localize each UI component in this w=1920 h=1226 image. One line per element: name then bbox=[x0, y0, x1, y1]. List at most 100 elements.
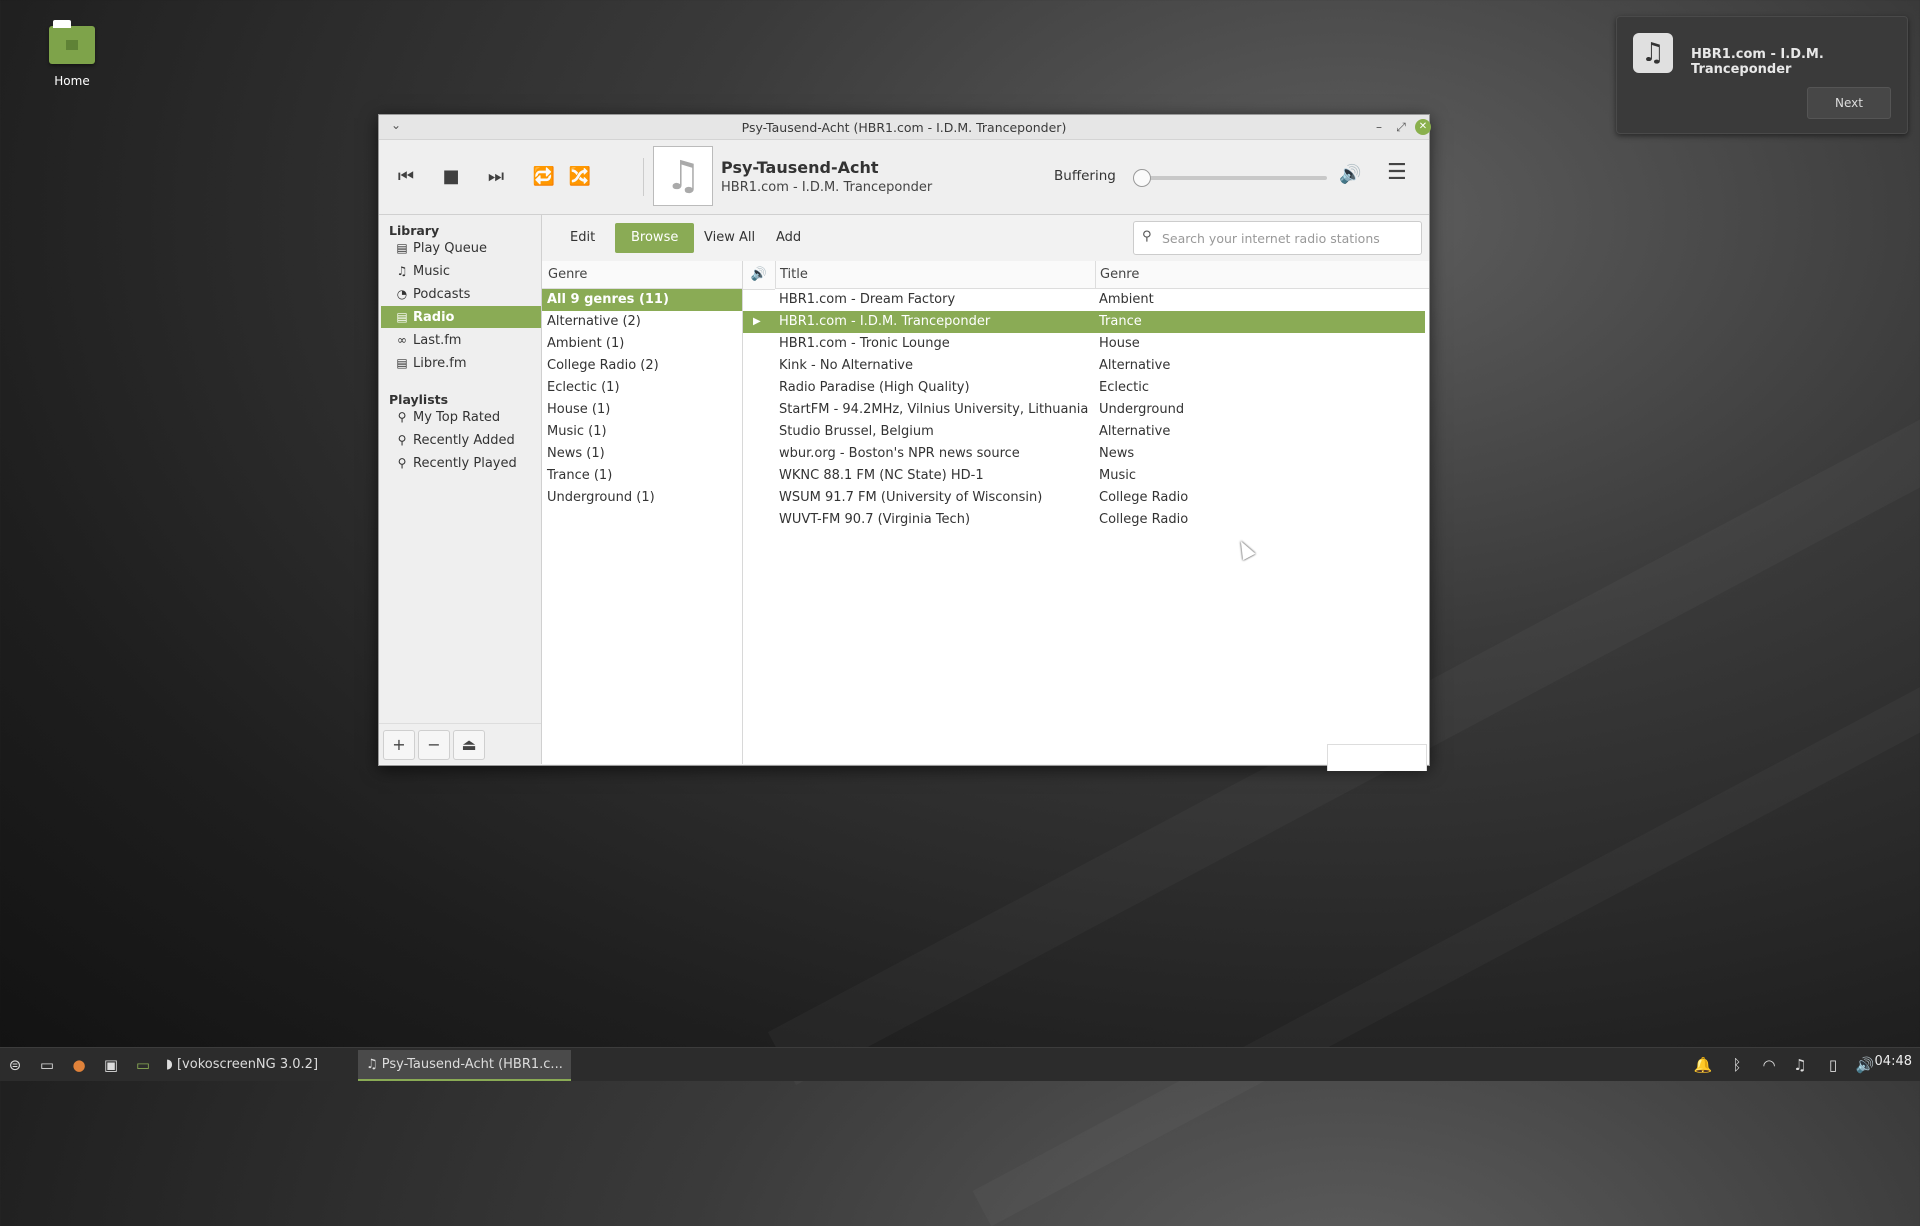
rhythmbox-window: ⌄ Psy-Tausend-Acht (HBR1.com - I.D.M. Tr… bbox=[378, 114, 1431, 771]
table-row[interactable]: HBR1.com - Dream Factory Ambient bbox=[743, 289, 1425, 311]
stop-button[interactable]: ■ bbox=[436, 164, 466, 190]
taskbar-item-rhythmbox[interactable]: ♫ Psy-Tausend-Acht (HBR1.c... bbox=[358, 1050, 571, 1081]
genre-column-header[interactable]: Genre bbox=[542, 261, 742, 289]
play-indicator-icon: ▶ bbox=[753, 316, 761, 327]
eject-button[interactable]: ⏏ bbox=[453, 730, 485, 760]
sidebar-actions: + − ⏏ bbox=[379, 723, 541, 764]
sidebar-item-my-top-rated[interactable]: ⚲ My Top Rated bbox=[381, 406, 541, 428]
files-icon[interactable]: ▭ bbox=[132, 1054, 154, 1076]
genre-item[interactable]: News (1) bbox=[542, 443, 742, 465]
genre-item[interactable]: Ambient (1) bbox=[542, 333, 742, 355]
genre-column-header[interactable]: Genre bbox=[1096, 261, 1429, 289]
remove-playlist-button[interactable]: − bbox=[418, 730, 450, 760]
sidebar-item-recently-added[interactable]: ⚲ Recently Added bbox=[381, 429, 541, 451]
sidebar: Library ▤ Play Queue ♫ Music ◔ Podcasts ▤ Ra… bbox=[379, 215, 542, 764]
table-row[interactable]: WKNC 88.1 FM (NC State) HD-1 Music bbox=[743, 465, 1425, 487]
sidebar-item-recently-played[interactable]: ⚲ Recently Played bbox=[381, 452, 541, 474]
notification-popup: ♫ HBR1.com - I.D.M. Tranceponder Next bbox=[1616, 16, 1908, 134]
folder-icon bbox=[49, 20, 95, 64]
close-button[interactable]: ✕ bbox=[1415, 119, 1431, 135]
now-playing-title: Psy-Tausend-Acht bbox=[721, 158, 879, 177]
genre-item[interactable]: Alternative (2) bbox=[542, 311, 742, 333]
menu-icon[interactable]: ⊜ bbox=[4, 1054, 26, 1076]
volume-icon[interactable]: 🔊 bbox=[1339, 164, 1361, 185]
search-input[interactable] bbox=[1160, 227, 1414, 249]
status-corner bbox=[1327, 744, 1427, 771]
genre-item[interactable]: Trance (1) bbox=[542, 465, 742, 487]
lastfm-icon: ∞ bbox=[397, 333, 407, 347]
player-toolbar: ⏮ ■ ⏭ 🔁 🔀 ♫ Psy-Tausend-Acht HBR1.com - … bbox=[379, 140, 1429, 215]
add-playlist-button[interactable]: + bbox=[383, 730, 415, 760]
maximize-button[interactable]: ⤢ bbox=[1393, 119, 1409, 135]
station-list: 🔊 Title Genre HBR1.com - Dream Factory Am… bbox=[743, 261, 1429, 771]
bluetooth-icon[interactable]: ᛒ bbox=[1726, 1054, 1748, 1076]
table-row[interactable]: Kink - No Alternative Alternative bbox=[743, 355, 1425, 377]
volume-icon[interactable]: 🔊 bbox=[1854, 1054, 1876, 1076]
sidebar-item-lastfm[interactable]: ∞ Last.fm bbox=[381, 329, 541, 351]
playlists-heading: Playlists bbox=[389, 392, 449, 407]
table-row[interactable]: HBR1.com - Tronic Lounge House bbox=[743, 333, 1425, 355]
sidebar-item-librefm[interactable]: ▤ Libre.fm bbox=[381, 352, 541, 374]
notifications-icon[interactable]: 🔔 bbox=[1692, 1054, 1714, 1076]
sidebar-item-music[interactable]: ♫ Music bbox=[381, 260, 541, 282]
terminal-icon[interactable]: ▣ bbox=[100, 1054, 122, 1076]
tab-view-all[interactable]: View All bbox=[688, 223, 771, 253]
seek-slider-track[interactable] bbox=[1137, 176, 1327, 180]
genre-item[interactable]: Music (1) bbox=[542, 421, 742, 443]
desktop-home-label: Home bbox=[54, 74, 90, 88]
rhythmbox-icon: ♫ bbox=[366, 1057, 382, 1072]
radio-toolbar: Edit Browse View All Add ⚲ bbox=[542, 215, 1429, 261]
genre-item[interactable]: Eclectic (1) bbox=[542, 377, 742, 399]
title-column-header[interactable]: Title bbox=[776, 261, 1095, 289]
hamburger-menu-icon[interactable]: ☰ bbox=[1387, 160, 1407, 185]
genre-list: Genre All 9 genres (11) Alternative (2) … bbox=[542, 261, 743, 764]
tab-browse[interactable]: Browse bbox=[615, 223, 695, 253]
search-box[interactable]: ⚲ bbox=[1133, 221, 1422, 255]
next-track-button[interactable]: ⏭ bbox=[481, 164, 511, 190]
table-row[interactable]: Studio Brussel, Belgium Alternative bbox=[743, 421, 1425, 443]
genre-item[interactable]: House (1) bbox=[542, 399, 742, 421]
tab-edit[interactable]: Edit bbox=[554, 223, 611, 253]
playback-status: Buffering bbox=[1054, 168, 1116, 184]
speaker-icon: 🔊 bbox=[750, 267, 768, 282]
show-desktop-icon[interactable]: ▭ bbox=[36, 1054, 58, 1076]
music-note-icon: ♫ bbox=[396, 264, 408, 278]
sidebar-item-radio[interactable]: ▤ Radio bbox=[381, 306, 541, 328]
minimize-button[interactable]: – bbox=[1371, 119, 1387, 135]
genre-item[interactable]: Underground (1) bbox=[542, 487, 742, 509]
seek-slider-handle[interactable] bbox=[1133, 169, 1151, 187]
search-icon: ⚲ bbox=[397, 433, 407, 447]
tab-add[interactable]: Add bbox=[760, 223, 817, 253]
notification-next-button[interactable]: Next bbox=[1807, 87, 1891, 119]
table-row[interactable]: Radio Paradise (High Quality) Eclectic bbox=[743, 377, 1425, 399]
search-icon: ⚲ bbox=[397, 410, 407, 424]
notification-title: HBR1.com - I.D.M. Tranceponder bbox=[1691, 47, 1824, 77]
table-row[interactable]: wbur.org - Boston's NPR news source News bbox=[743, 443, 1425, 465]
previous-track-button[interactable]: ⏮ bbox=[391, 164, 421, 190]
sidebar-item-play-queue[interactable]: ▤ Play Queue bbox=[381, 237, 541, 259]
table-row[interactable]: WSUM 91.7 FM (University of Wisconsin) Co… bbox=[743, 487, 1425, 509]
vokoscreen-icon: ◗ bbox=[166, 1057, 177, 1072]
repeat-button[interactable]: 🔁 bbox=[529, 164, 559, 190]
rss-icon: ◔ bbox=[396, 287, 408, 301]
clock[interactable]: 04:48 bbox=[1875, 1054, 1912, 1069]
genre-item[interactable]: All 9 genres (11) bbox=[542, 289, 742, 311]
table-row[interactable]: ▶ HBR1.com - I.D.M. Tranceponder Trance bbox=[743, 311, 1425, 333]
battery-icon[interactable]: ▯ bbox=[1822, 1054, 1844, 1076]
radio-icon: ▤ bbox=[396, 310, 408, 324]
search-icon: ⚲ bbox=[397, 456, 407, 470]
playing-column-header[interactable]: 🔊 bbox=[743, 261, 775, 290]
shuffle-button[interactable]: 🔀 bbox=[565, 164, 595, 190]
firefox-icon[interactable]: ● bbox=[68, 1054, 90, 1076]
taskbar: ⊜ ▭ ● ▣ ▭ ◗ [vokoscreenNG 3.0.2] ♫ Psy-T… bbox=[0, 1047, 1920, 1081]
table-row[interactable]: WUVT-FM 90.7 (Virginia Tech) College Radi… bbox=[743, 509, 1425, 531]
library-heading: Library bbox=[389, 223, 440, 238]
genre-item[interactable]: College Radio (2) bbox=[542, 355, 742, 377]
wifi-icon[interactable]: ◠ bbox=[1758, 1054, 1780, 1076]
taskbar-item-vokoscreen[interactable]: ◗ [vokoscreenNG 3.0.2] bbox=[158, 1050, 326, 1079]
music-note-icon[interactable]: ♫ bbox=[1789, 1054, 1811, 1076]
title-bar[interactable]: ⌄ Psy-Tausend-Acht (HBR1.com - I.D.M. Tr… bbox=[379, 115, 1431, 140]
sidebar-item-podcasts[interactable]: ◔ Podcasts bbox=[381, 283, 541, 305]
table-row[interactable]: StartFM - 94.2MHz, Vilnius University, L… bbox=[743, 399, 1425, 421]
desktop-home-icon[interactable]: Home bbox=[40, 20, 104, 88]
